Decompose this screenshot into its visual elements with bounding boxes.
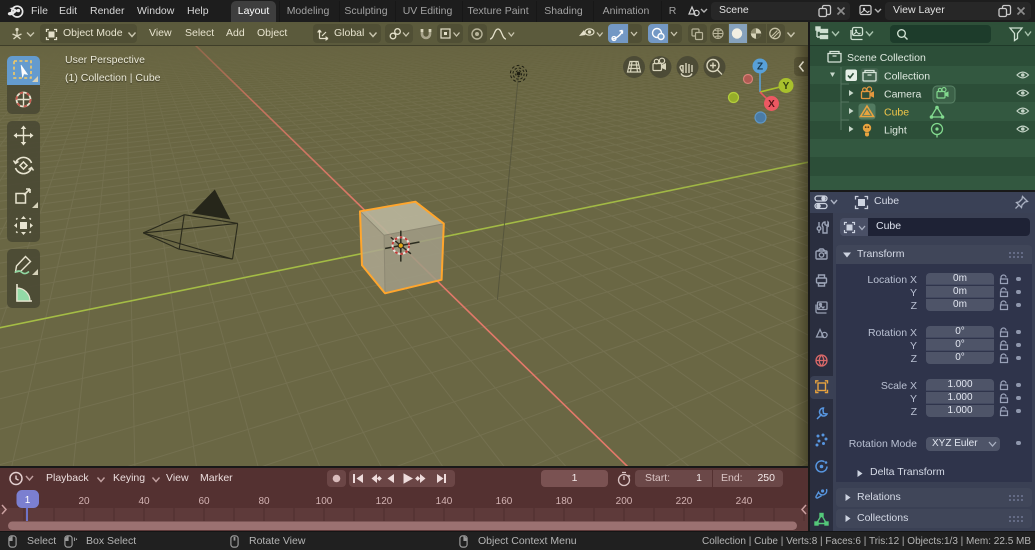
svg-text:120: 120 (376, 496, 393, 507)
svg-text:140: 140 (436, 496, 453, 507)
svg-text:20: 20 (78, 496, 90, 507)
svg-text:200: 200 (616, 496, 633, 507)
svg-text:40: 40 (138, 496, 150, 507)
svg-text:Scene Collection: Scene Collection (847, 52, 926, 64)
svg-text:1: 1 (25, 495, 31, 506)
svg-text:60: 60 (198, 496, 210, 507)
svg-text:160: 160 (496, 496, 513, 507)
svg-text:80: 80 (258, 496, 270, 507)
svg-text:Camera: Camera (884, 89, 922, 101)
svg-text:X: X (768, 99, 775, 110)
svg-text:Cube: Cube (884, 107, 909, 119)
svg-text:Collection: Collection (884, 71, 930, 83)
svg-text:Z: Z (757, 62, 763, 73)
svg-text:220: 220 (676, 496, 693, 507)
svg-text:Y: Y (783, 81, 790, 92)
svg-text:Light: Light (884, 125, 907, 137)
svg-text:180: 180 (556, 496, 573, 507)
svg-text:240: 240 (736, 496, 753, 507)
svg-text:100: 100 (316, 496, 333, 507)
